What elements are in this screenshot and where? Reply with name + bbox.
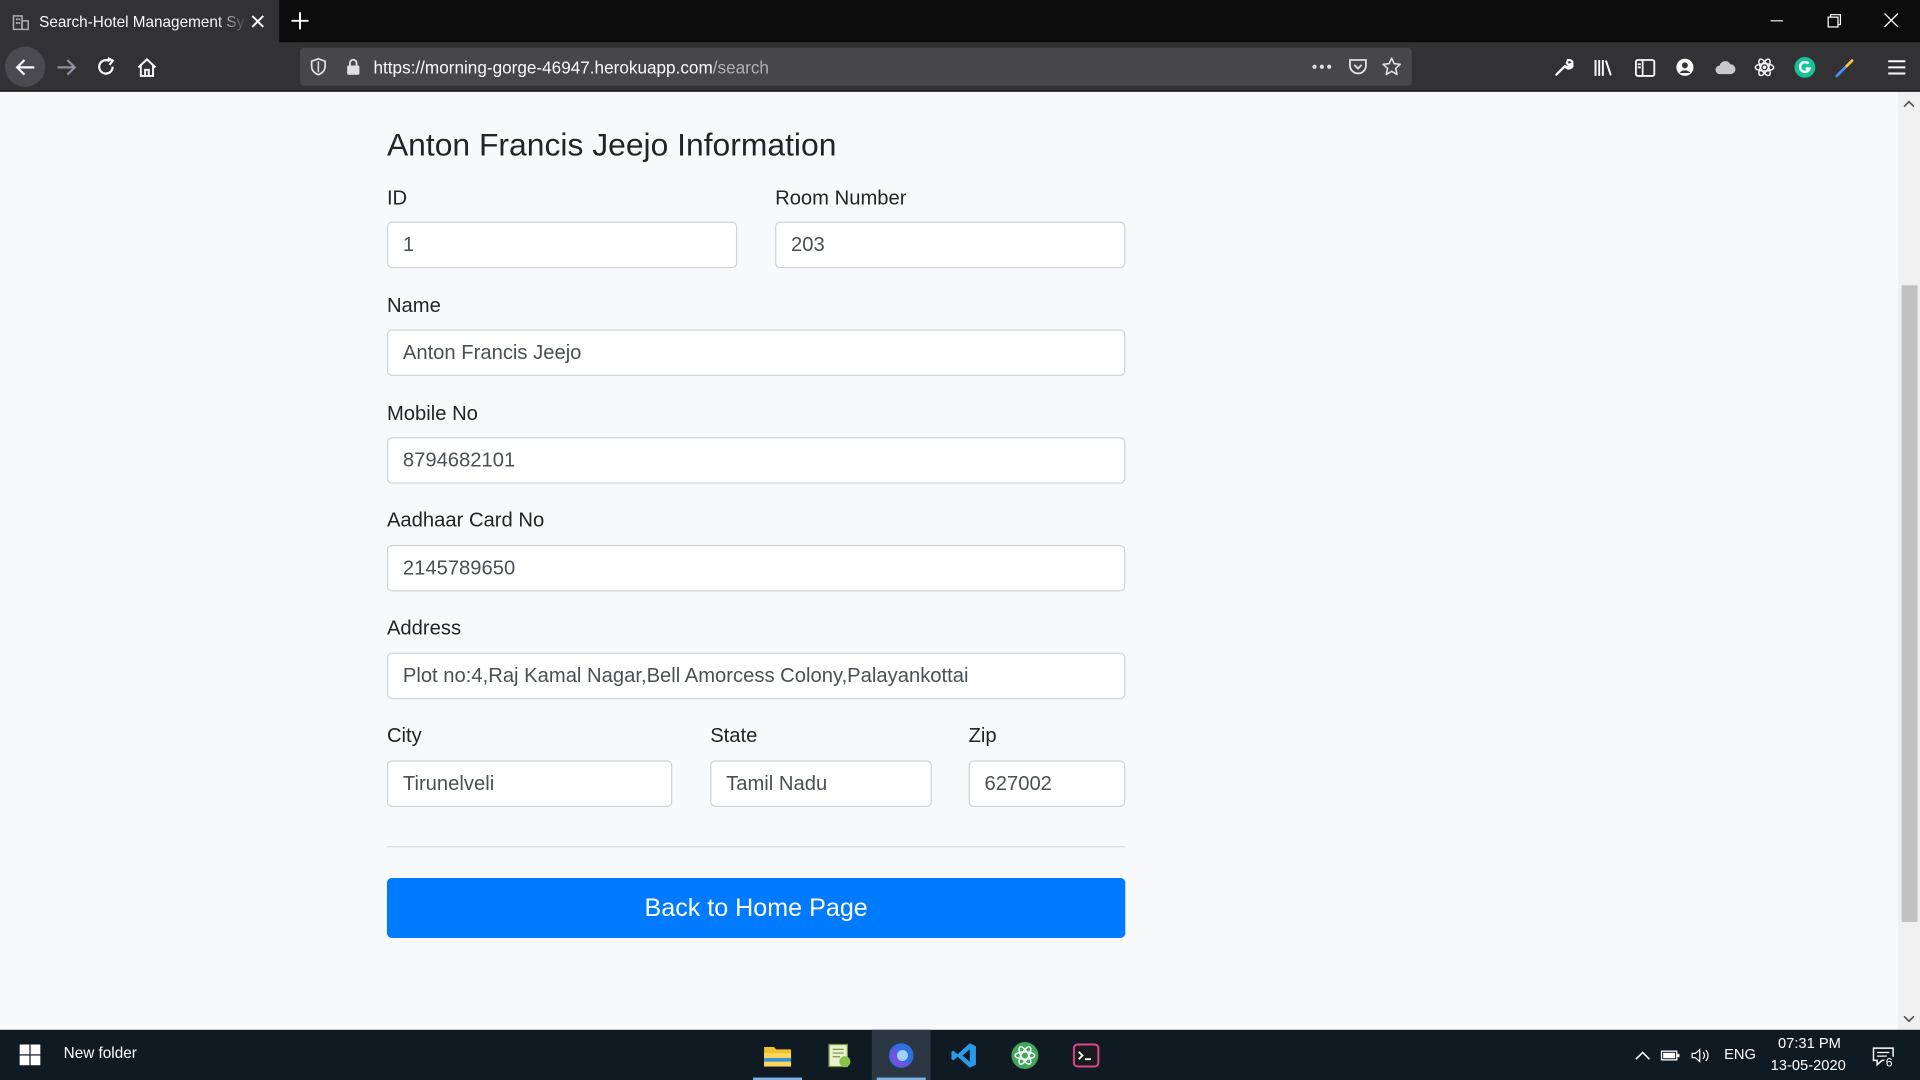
forward-arrow-icon[interactable] xyxy=(45,47,85,87)
clock-date[interactable]: 13-05-2020 xyxy=(1771,1057,1846,1074)
tab-title: Search-Hotel Management System xyxy=(39,12,247,31)
mobile-field[interactable] xyxy=(386,437,1126,484)
address-field[interactable] xyxy=(386,652,1126,700)
scroll-up-arrow-icon[interactable] xyxy=(1903,97,1915,109)
page-scrollbar[interactable] xyxy=(1897,91,1920,1030)
zip-label: Zip xyxy=(968,724,997,747)
terminal-icon[interactable] xyxy=(1057,1030,1116,1080)
aadhaar-field[interactable] xyxy=(386,544,1126,592)
state-field[interactable] xyxy=(710,760,932,807)
windows-taskbar: New folder ENG 07:31 PM 13-05-2020 6 xyxy=(0,1029,1920,1080)
reload-icon[interactable] xyxy=(86,47,126,87)
clock-time[interactable]: 07:31 PM xyxy=(1778,1035,1841,1052)
taskbar-folder-label[interactable]: New folder xyxy=(64,1044,137,1061)
name-label: Name xyxy=(386,295,441,318)
back-arrow-icon[interactable] xyxy=(4,46,46,87)
back-to-home-button[interactable]: Back to Home Page xyxy=(386,877,1126,938)
bookmark-star-icon[interactable] xyxy=(1381,56,1402,77)
id-label: ID xyxy=(386,187,408,210)
scrollbar-thumb[interactable] xyxy=(1901,285,1918,923)
page-title: Anton Francis Jeejo Information xyxy=(386,126,837,163)
address-bar[interactable]: https://morning-gorge-46947.herokuapp.co… xyxy=(300,47,1412,86)
zip-field[interactable] xyxy=(968,760,1126,807)
close-tab-icon[interactable] xyxy=(249,12,267,30)
restore-window-icon[interactable] xyxy=(1806,0,1862,40)
url-path: /search xyxy=(712,57,769,78)
browser-tab-active[interactable]: Search-Hotel Management System xyxy=(0,0,280,43)
url-host: https://morning-gorge-46947.herokuapp.co… xyxy=(373,57,713,78)
extension-cloud-icon[interactable] xyxy=(1714,56,1736,78)
windows-start-icon[interactable] xyxy=(0,1030,59,1080)
hotel-favicon-icon xyxy=(11,12,31,32)
colorzilla-eyedropper-icon[interactable] xyxy=(1833,56,1855,78)
tracking-protection-shield-icon[interactable] xyxy=(307,56,328,77)
pocket-icon[interactable] xyxy=(1347,56,1368,77)
input-language[interactable]: ENG xyxy=(1724,1046,1756,1063)
room-number-label: Room Number xyxy=(775,187,907,210)
grammarly-icon[interactable] xyxy=(1794,56,1816,78)
page-actions-menu-icon[interactable] xyxy=(1311,56,1332,77)
close-window-icon[interactable] xyxy=(1862,0,1918,40)
state-label: State xyxy=(710,724,758,747)
name-field[interactable] xyxy=(386,329,1126,376)
url-text[interactable]: https://morning-gorge-46947.herokuapp.co… xyxy=(373,58,768,78)
mobile-label: Mobile No xyxy=(386,402,478,425)
vscode-icon[interactable] xyxy=(934,1030,993,1080)
room-number-field[interactable] xyxy=(775,221,1126,269)
library-icon[interactable] xyxy=(1593,56,1615,78)
file-explorer-icon[interactable] xyxy=(748,1030,807,1080)
notepad-plus-icon[interactable] xyxy=(809,1030,868,1080)
divider xyxy=(386,846,1126,848)
atom-editor-icon[interactable] xyxy=(996,1030,1055,1080)
minimize-window-icon[interactable] xyxy=(1749,0,1805,40)
home-icon[interactable] xyxy=(126,47,166,87)
city-field[interactable] xyxy=(386,760,673,807)
browser-toolbar: https://morning-gorge-46947.herokuapp.co… xyxy=(0,42,1920,92)
address-label: Address xyxy=(386,617,462,640)
id-field[interactable] xyxy=(386,221,738,269)
new-tab-icon[interactable] xyxy=(289,10,311,32)
react-devtools-icon[interactable] xyxy=(1753,56,1775,78)
hamburger-menu-icon[interactable] xyxy=(1886,56,1908,78)
sidebar-toggle-icon[interactable] xyxy=(1633,56,1655,78)
firefox-icon[interactable] xyxy=(871,1029,931,1080)
padlock-icon[interactable] xyxy=(343,56,364,77)
notification-count-badge: 6 xyxy=(1884,1056,1894,1071)
aadhaar-label: Aadhaar Card No xyxy=(386,509,545,532)
city-label: City xyxy=(386,724,422,747)
account-icon[interactable] xyxy=(1674,56,1696,78)
scroll-down-arrow-icon[interactable] xyxy=(1903,1013,1915,1025)
page-content: Anton Francis Jeejo Information ID Room … xyxy=(0,91,1898,1030)
wrench-devtools-icon[interactable] xyxy=(1553,56,1575,78)
volume-icon[interactable] xyxy=(1691,1046,1711,1066)
browser-tab-strip: Search-Hotel Management System xyxy=(0,0,1920,43)
battery-icon[interactable] xyxy=(1660,1046,1680,1066)
show-hidden-icons-chevron-icon[interactable] xyxy=(1632,1046,1652,1066)
